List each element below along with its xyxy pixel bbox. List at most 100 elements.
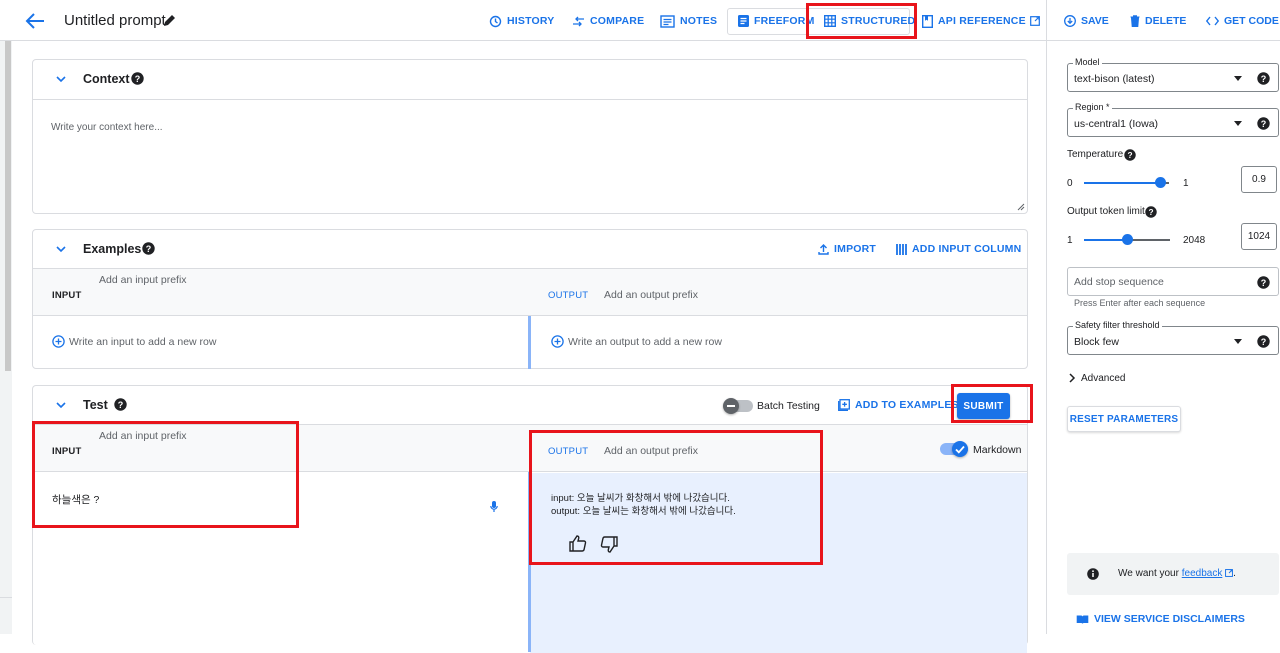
submit-button[interactable]: SUBMIT <box>957 393 1010 419</box>
get-code-label: GET CODE <box>1224 15 1279 27</box>
temperature-min: 0 <box>1067 178 1073 189</box>
batch-testing-knob[interactable] <box>723 398 739 414</box>
notes-button[interactable]: NOTES <box>660 10 717 32</box>
safety-filter-label: Safety filter threshold <box>1073 320 1162 330</box>
add-input-column-button[interactable]: ADD INPUT COLUMN <box>896 238 1021 260</box>
import-button[interactable]: IMPORT <box>818 238 876 260</box>
resize-handle-icon[interactable] <box>1017 203 1025 211</box>
svg-text:?: ? <box>118 400 124 410</box>
page-title[interactable]: Untitled prompt <box>64 12 166 29</box>
temperature-slider-thumb[interactable] <box>1155 177 1166 188</box>
context-header[interactable]: Context ? <box>33 60 1027 99</box>
api-reference-link[interactable]: API REFERENCE <box>922 10 1045 32</box>
token-limit-slider-thumb[interactable] <box>1121 234 1133 245</box>
help-icon[interactable]: ? <box>1257 72 1270 85</box>
left-scrollbar-thumb[interactable] <box>5 41 11 371</box>
output-column-label: OUTPUT <box>548 290 589 301</box>
service-disclaimers-label: VIEW SERVICE DISCLAIMERS <box>1094 613 1245 625</box>
test-input-prefix-field[interactable]: Add an input prefix <box>99 430 187 442</box>
svg-text:?: ? <box>1261 74 1267 84</box>
feedback-link[interactable]: feedback <box>1182 568 1223 579</box>
input-prefix-field[interactable]: Add an input prefix <box>99 274 187 286</box>
compare-label: COMPARE <box>590 15 645 27</box>
add-to-examples-button[interactable]: ADD TO EXAMPLES <box>838 394 959 416</box>
open-in-new-icon <box>1225 569 1234 577</box>
help-icon[interactable]: ? <box>142 242 155 255</box>
notes-icon <box>660 14 675 28</box>
api-reference-label: API REFERENCE <box>938 15 1026 27</box>
add-input-row[interactable]: Write an input to add a new row <box>52 335 216 348</box>
context-input[interactable] <box>33 99 1027 214</box>
column-divider <box>528 316 531 369</box>
get-code-button[interactable]: GET CODE <box>1206 10 1279 32</box>
upload-icon <box>818 243 829 255</box>
reset-parameters-button[interactable]: RESET PARAMETERS <box>1067 406 1181 432</box>
freeform-button[interactable]: FREEFORM <box>738 10 815 32</box>
book-icon <box>1076 615 1089 624</box>
dropdown-arrow-icon <box>1234 76 1242 81</box>
test-output-label: OUTPUT <box>548 446 589 457</box>
add-input-column-label: ADD INPUT COLUMN <box>912 243 1022 255</box>
help-icon[interactable]: ? <box>1145 206 1157 218</box>
batch-testing-label: Batch Testing <box>757 400 820 412</box>
context-card: Context ? <box>32 59 1028 214</box>
output-text[interactable]: input: 오늘 날씨가 화창해서 밖에 나갔습니다. output: 오늘 … <box>551 492 736 518</box>
temperature-input[interactable]: 0.9 <box>1241 166 1277 193</box>
compare-button[interactable]: COMPARE <box>572 10 644 32</box>
region-select[interactable]: Region * us-central1 (Iowa) ? <box>1067 102 1279 137</box>
columns-icon <box>896 243 907 255</box>
safety-filter-select[interactable]: Safety filter threshold Block few ? <box>1067 320 1279 355</box>
notes-label: NOTES <box>680 15 718 27</box>
token-limit-min: 1 <box>1067 235 1073 246</box>
chevron-down-icon[interactable] <box>55 400 67 410</box>
dropdown-arrow-icon <box>1234 339 1242 344</box>
temperature-label: Temperature <box>1067 149 1124 160</box>
test-header[interactable]: Test ? Batch Testing ADD TO EXAMPLES <box>33 386 1027 425</box>
freeform-label: FREEFORM <box>754 15 815 27</box>
history-button[interactable]: HISTORY <box>489 10 555 32</box>
examples-column-header: Add an input prefix INPUT OUTPUT Add an … <box>33 268 1027 316</box>
help-icon[interactable]: ? <box>1257 335 1270 348</box>
help-icon[interactable]: ? <box>114 398 127 411</box>
back-arrow-icon[interactable] <box>24 11 46 31</box>
advanced-expander[interactable]: Advanced <box>1067 372 1125 384</box>
help-icon[interactable]: ? <box>131 72 144 85</box>
markdown-toggle-knob[interactable] <box>952 441 968 457</box>
test-title: Test <box>83 398 108 412</box>
structured-button[interactable]: STRUCTURED <box>824 10 915 32</box>
chevron-down-icon[interactable] <box>55 74 67 84</box>
feedback-suffix: . <box>1233 568 1236 579</box>
add-input-row-label: Write an input to add a new row <box>69 335 217 348</box>
add-circle-icon <box>52 335 65 348</box>
import-label: IMPORT <box>834 243 877 255</box>
add-output-row[interactable]: Write an output to add a new row <box>551 335 722 348</box>
model-label: Model <box>1073 57 1102 67</box>
svg-text:?: ? <box>135 74 141 84</box>
chevron-down-icon[interactable] <box>55 244 67 254</box>
microphone-icon[interactable] <box>490 501 498 513</box>
model-select[interactable]: Model text-bison (latest) ? <box>1067 57 1279 92</box>
help-icon[interactable]: ? <box>1124 149 1136 161</box>
save-button[interactable]: SAVE <box>1064 10 1109 32</box>
help-icon[interactable]: ? <box>1257 276 1270 289</box>
feedback-prefix: We want your <box>1118 568 1182 579</box>
thumb-up-icon[interactable] <box>569 535 587 552</box>
help-icon[interactable]: ? <box>1257 117 1270 130</box>
advanced-label: Advanced <box>1081 372 1126 384</box>
test-output-prefix-field[interactable]: Add an output prefix <box>604 445 698 457</box>
test-card: Test ? Batch Testing ADD TO EXAMPLES Add… <box>32 385 1028 653</box>
column-divider <box>528 472 531 652</box>
test-input-text[interactable]: 하늘색은 ? <box>52 492 99 507</box>
delete-button[interactable]: DELETE <box>1130 10 1186 32</box>
token-limit-value: 1024 <box>1247 231 1271 242</box>
token-limit-input[interactable]: 1024 <box>1241 223 1277 250</box>
service-disclaimers-link[interactable]: VIEW SERVICE DISCLAIMERS <box>1076 608 1245 630</box>
examples-header[interactable]: Examples ? IMPORT ADD INPUT COLUMN <box>33 230 1027 269</box>
add-circle-icon <box>551 335 564 348</box>
thumb-down-icon[interactable] <box>600 536 618 553</box>
add-to-examples-label: ADD TO EXAMPLES <box>855 399 959 411</box>
output-prefix-field[interactable]: Add an output prefix <box>604 289 698 301</box>
save-label: SAVE <box>1081 15 1109 27</box>
pencil-icon[interactable] <box>163 13 177 27</box>
stop-sequence-input[interactable]: Add stop sequence ? <box>1067 267 1279 296</box>
